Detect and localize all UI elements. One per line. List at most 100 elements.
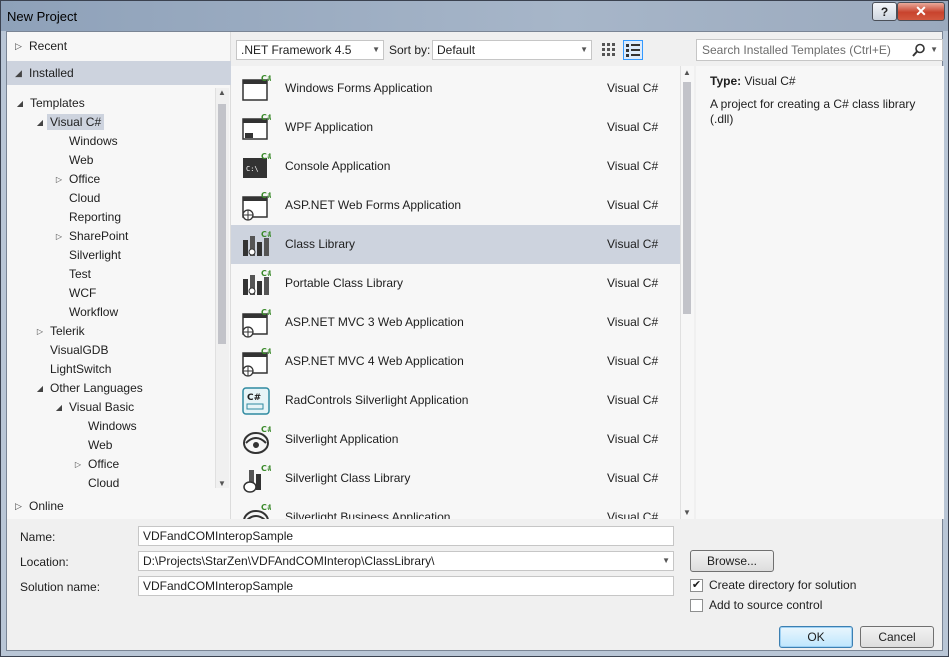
tree-item-label: SharePoint [69, 229, 129, 243]
add-source-control-checkbox[interactable]: Add to source control [690, 598, 822, 612]
collapse-arrow-icon[interactable]: ◢ [13, 99, 27, 108]
nav-section-label: Installed [29, 66, 74, 80]
template-language: Visual C# [607, 354, 659, 368]
template-language: Visual C# [607, 315, 659, 329]
tree-item[interactable]: Silverlight [52, 246, 124, 264]
scroll-thumb[interactable] [683, 82, 691, 314]
tree-item[interactable]: ▷ Telerik [33, 322, 88, 340]
svg-text:C#: C# [261, 74, 271, 83]
template-row[interactable]: C# RadControls Silverlight Application Vis… [231, 381, 680, 420]
tree-item[interactable]: Reporting [52, 208, 124, 226]
collapse-arrow-icon[interactable]: ◢ [33, 384, 47, 393]
scroll-thumb[interactable] [218, 104, 226, 344]
tree-item-label: Other Languages [50, 381, 143, 395]
tree-item[interactable]: ◢ Visual Basic [52, 398, 137, 416]
expand-arrow-icon[interactable]: ▷ [52, 232, 66, 241]
search-templates-input[interactable]: Search Installed Templates (Ctrl+E) ▼ [696, 39, 943, 61]
tree-item[interactable]: ◢ Visual C# [33, 113, 105, 131]
tree-item[interactable]: ▷ Office [52, 170, 103, 188]
template-row[interactable]: C# WPF Application Visual C# [231, 108, 680, 147]
template-name: Class Library [285, 237, 356, 251]
chevron-down-icon[interactable]: ▼ [930, 45, 938, 54]
tree-item-label: Windows [88, 419, 137, 433]
solution-name-input[interactable]: VDFandCOMInteropSample [138, 576, 674, 596]
scroll-up-icon[interactable]: ▲ [681, 68, 693, 77]
scroll-down-icon[interactable]: ▼ [216, 479, 228, 488]
title-bar: New Project ? ✕ [1, 1, 948, 31]
tree-item[interactable]: ▷ Office [71, 455, 122, 473]
location-input[interactable]: D:\Projects\StarZen\VDFAndCOMInterop\Cla… [138, 551, 674, 571]
project-name-input[interactable]: VDFandCOMInteropSample [138, 526, 674, 546]
checkbox-checked-icon[interactable]: ✔ [690, 578, 703, 592]
window-title: New Project [7, 9, 78, 24]
tree-item[interactable]: VisualGDB [33, 341, 111, 359]
template-row[interactable]: C# ASP.NET MVC 4 Web Application Visual C# [231, 342, 680, 381]
tree-item[interactable]: WCF [52, 284, 99, 302]
template-row[interactable]: C:\C# Console Application Visual C# [231, 147, 680, 186]
tree-item-label: Reporting [69, 210, 122, 224]
tree-item[interactable]: ▷ SharePoint [52, 227, 131, 245]
collapse-arrow-icon[interactable]: ◢ [33, 118, 47, 127]
tree-item[interactable]: Windows [52, 132, 121, 150]
location-value: D:\Projects\StarZen\VDFAndCOMInterop\Cla… [143, 554, 435, 568]
tree-item[interactable]: Web [52, 151, 96, 169]
medium-icons-view-button[interactable] [623, 40, 643, 60]
tree-item[interactable]: Web [71, 436, 115, 454]
expand-arrow-icon[interactable]: ▷ [71, 460, 85, 469]
nav-section-installed[interactable]: ◢ Installed [7, 61, 231, 85]
nav-section-online[interactable]: ▷ Online [7, 494, 231, 518]
checkbox-unchecked-icon[interactable] [690, 598, 703, 612]
template-name: Windows Forms Application [285, 81, 433, 95]
tree-item[interactable]: Cloud [52, 189, 103, 207]
expand-arrow-icon[interactable]: ▷ [52, 175, 66, 184]
collapse-arrow-icon: ◢ [15, 67, 22, 78]
tree-item-label: Web [69, 153, 94, 167]
tree-item[interactable]: Test [52, 265, 94, 283]
template-row[interactable]: C# Windows Forms Application Visual C# [231, 69, 680, 108]
tree-item-label: Test [69, 267, 92, 281]
tree-item-label: LightSwitch [50, 362, 112, 376]
help-button[interactable]: ? [872, 2, 897, 21]
framework-dropdown[interactable]: .NET Framework 4.5 ▼ [236, 40, 384, 60]
wpf-icon: C# [241, 113, 274, 143]
scroll-down-icon[interactable]: ▼ [681, 508, 693, 517]
silverlight-class-library-icon: C# [241, 464, 274, 494]
svg-text:C#: C# [261, 464, 271, 473]
small-icons-view-button[interactable] [599, 40, 619, 60]
scroll-up-icon[interactable]: ▲ [216, 88, 228, 97]
tree-scrollbar[interactable]: ▲ ▼ [215, 88, 229, 488]
template-row[interactable]: C# ASP.NET MVC 3 Web Application Visual C# [231, 303, 680, 342]
mvc4-icon: C# [241, 347, 274, 377]
template-row[interactable]: C# Silverlight Business Application Visual… [231, 498, 680, 519]
collapse-arrow-icon[interactable]: ◢ [52, 403, 66, 412]
tree-item[interactable]: Cloud [71, 474, 122, 488]
tree-item[interactable]: Windows [71, 417, 140, 435]
nav-section-recent[interactable]: ▷ Recent [7, 34, 231, 58]
search-icon[interactable] [912, 43, 926, 57]
expand-arrow-icon[interactable]: ▷ [33, 327, 47, 336]
template-row[interactable]: C# Class Library Visual C# [231, 225, 680, 264]
sort-dropdown[interactable]: Default ▼ [432, 40, 592, 60]
template-list-scrollbar[interactable]: ▲ ▼ [680, 66, 694, 519]
browse-button[interactable]: Browse... [690, 550, 774, 572]
portable-class-library-icon: C# [241, 269, 274, 299]
cancel-button[interactable]: Cancel [860, 626, 934, 648]
tree-item[interactable]: Workflow [52, 303, 121, 321]
chevron-down-icon[interactable]: ▼ [662, 556, 670, 565]
grid-view-icon [602, 43, 615, 56]
template-name: Silverlight Class Library [285, 471, 411, 485]
close-button[interactable]: ✕ [897, 2, 945, 21]
tree-item[interactable]: LightSwitch [33, 360, 114, 378]
template-name: ASP.NET MVC 4 Web Application [285, 354, 464, 368]
tree-item-label: Visual Basic [69, 400, 135, 414]
template-row[interactable]: C# ASP.NET Web Forms Application Visual C# [231, 186, 680, 225]
create-directory-checkbox[interactable]: ✔ Create directory for solution [690, 578, 856, 592]
template-row[interactable]: C# Portable Class Library Visual C# [231, 264, 680, 303]
dialog-body: ▷ Recent ◢ Installed ◢ Templates ◢ Visual C… [6, 31, 944, 651]
template-row[interactable]: C# Silverlight Application Visual C# [231, 420, 680, 459]
tree-item[interactable]: ◢ Templates [13, 94, 88, 112]
chevron-down-icon: ▼ [372, 45, 380, 54]
template-row[interactable]: C# Silverlight Class Library Visual C# [231, 459, 680, 498]
ok-button[interactable]: OK [779, 626, 853, 648]
tree-item[interactable]: ◢ Other Languages [33, 379, 146, 397]
